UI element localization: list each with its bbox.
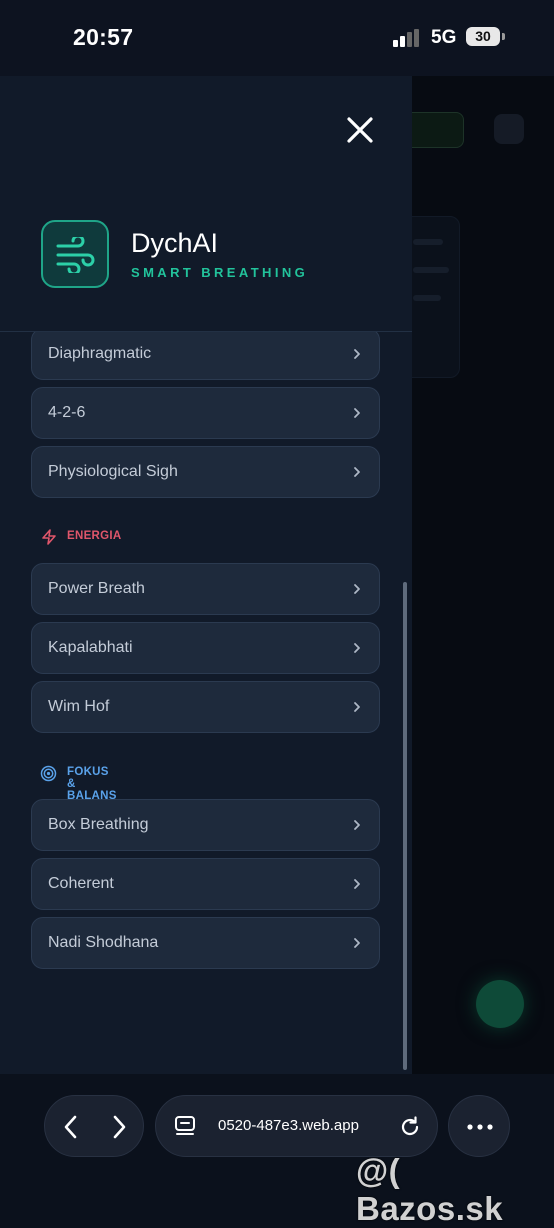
chevron-right-icon bbox=[354, 820, 360, 830]
chevron-left-icon bbox=[64, 1115, 77, 1139]
menu-item-label: Wim Hof bbox=[48, 698, 110, 715]
chevron-right-icon bbox=[354, 938, 360, 948]
section-title: FOKUS & BALANS bbox=[67, 766, 117, 802]
chevron-right-icon bbox=[354, 643, 360, 653]
background-card bbox=[412, 216, 460, 378]
chevron-right-icon bbox=[113, 1115, 126, 1139]
menu-item-physiological-sigh[interactable]: Physiological Sigh bbox=[31, 446, 380, 498]
network-type: 5G bbox=[431, 27, 457, 48]
background-icon bbox=[494, 114, 524, 144]
navigation-controls bbox=[44, 1095, 144, 1157]
menu-item-label: Physiological Sigh bbox=[48, 463, 178, 480]
technique-list[interactable]: Diaphragmatic 4-2-6 Physiological Sigh E… bbox=[0, 332, 412, 1074]
menu-item-nadi-shodhana[interactable]: Nadi Shodhana bbox=[31, 917, 380, 969]
target-icon bbox=[40, 765, 57, 782]
chevron-right-icon bbox=[354, 584, 360, 594]
chevron-right-icon bbox=[354, 349, 360, 359]
menu-item-coherent[interactable]: Coherent bbox=[31, 858, 380, 910]
menu-item-label: Nadi Shodhana bbox=[48, 934, 159, 951]
menu-item-4-2-6[interactable]: 4-2-6 bbox=[31, 387, 380, 439]
address-bar[interactable]: 0520-487e3.web.app bbox=[155, 1095, 438, 1157]
more-button[interactable] bbox=[448, 1095, 510, 1157]
close-button[interactable] bbox=[340, 110, 380, 150]
close-icon bbox=[347, 117, 373, 143]
menu-item-kapalabhati[interactable]: Kapalabhati bbox=[31, 622, 380, 674]
background-fab bbox=[476, 980, 524, 1028]
battery-icon: 30 bbox=[466, 27, 500, 46]
chevron-right-icon bbox=[354, 879, 360, 889]
more-icon bbox=[467, 1124, 493, 1130]
menu-item-label: Kapalabhati bbox=[48, 639, 133, 656]
app-name: DychAI bbox=[131, 228, 219, 258]
browser-toolbar: 0520-487e3.web.app @( Bazos.sk bbox=[0, 1074, 554, 1227]
reload-icon[interactable] bbox=[398, 1115, 422, 1139]
menu-item-label: Diaphragmatic bbox=[48, 345, 152, 362]
menu-item-power-breath[interactable]: Power Breath bbox=[31, 563, 380, 615]
menu-item-label: Box Breathing bbox=[48, 816, 149, 833]
chevron-right-icon bbox=[354, 702, 360, 712]
url-text[interactable]: 0520-487e3.web.app bbox=[218, 1096, 359, 1156]
menu-item-label: Coherent bbox=[48, 875, 114, 892]
lightning-icon bbox=[42, 529, 56, 545]
background-page-overlay[interactable] bbox=[412, 76, 554, 1074]
background-button bbox=[412, 112, 464, 148]
menu-item-box-breathing[interactable]: Box Breathing bbox=[31, 799, 380, 851]
side-drawer: DychAI SMART BREATHING Diaphragmatic 4-2… bbox=[0, 76, 412, 1074]
chevron-right-icon bbox=[354, 408, 360, 418]
watermark: @( Bazos.sk bbox=[356, 1152, 504, 1227]
scrollbar[interactable] bbox=[403, 582, 407, 1070]
status-bar: 20:57 5G 30 bbox=[0, 0, 554, 76]
app-logo bbox=[41, 220, 109, 288]
battery-tip bbox=[502, 33, 505, 40]
battery-level: 30 bbox=[475, 28, 491, 44]
app-tagline: SMART BREATHING bbox=[131, 265, 309, 280]
menu-item-label: 4-2-6 bbox=[48, 404, 86, 421]
cellular-signal-icon bbox=[393, 29, 421, 47]
wind-icon bbox=[56, 237, 95, 273]
menu-item-diaphragmatic[interactable]: Diaphragmatic bbox=[31, 332, 380, 380]
tabs-icon[interactable] bbox=[174, 1115, 196, 1137]
section-title: ENERGIA bbox=[67, 530, 122, 542]
menu-item-label: Power Breath bbox=[48, 580, 145, 597]
status-time: 20:57 bbox=[73, 24, 134, 50]
chevron-right-icon bbox=[354, 467, 360, 477]
menu-item-wim-hof[interactable]: Wim Hof bbox=[31, 681, 380, 733]
forward-button[interactable] bbox=[107, 1114, 131, 1140]
back-button[interactable] bbox=[59, 1114, 83, 1140]
